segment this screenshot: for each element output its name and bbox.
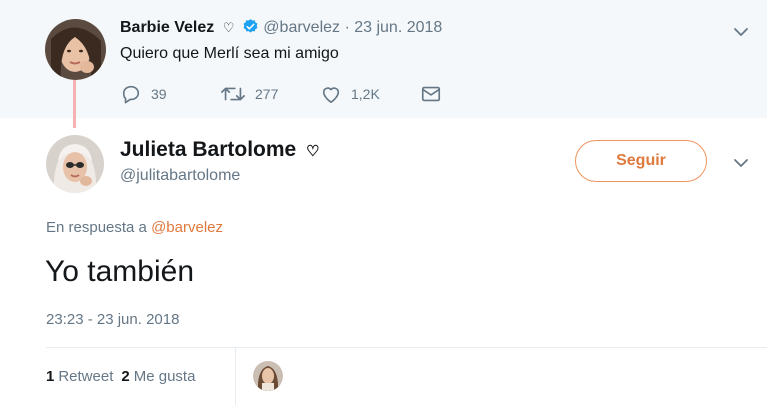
retweet-action[interactable]: 277 xyxy=(220,84,320,104)
chevron-down-icon[interactable] xyxy=(731,153,751,173)
parent-tweet-text: Quiero que Merlí sea mi amigo xyxy=(120,45,339,62)
stats-divider xyxy=(46,347,767,348)
parent-author-handle[interactable]: @barvelez xyxy=(263,19,340,36)
retweet-stat-label: Retweet xyxy=(58,368,114,385)
liker-avatar[interactable] xyxy=(253,361,283,391)
verified-icon xyxy=(242,18,259,40)
reply-prefix: En respuesta a xyxy=(46,219,152,236)
author-name-text: Julieta Bartolome xyxy=(120,138,297,161)
author-avatar[interactable] xyxy=(46,135,104,193)
reply-mention-link[interactable]: @barvelez xyxy=(151,219,223,236)
stats-separator xyxy=(235,348,236,405)
like-action[interactable]: 1,2K xyxy=(320,84,420,104)
reply-icon xyxy=(122,85,140,104)
parent-avatar[interactable] xyxy=(45,19,106,80)
like-count: 1,2K xyxy=(351,86,380,102)
author-heart-glyph: ♡ xyxy=(306,143,320,160)
tweet-timestamp[interactable]: 23:23 - 23 jun. 2018 xyxy=(46,311,179,328)
chevron-down-icon[interactable] xyxy=(731,22,751,42)
follow-button[interactable]: Seguir xyxy=(575,140,707,182)
like-stat-label: Me gusta xyxy=(133,368,196,385)
parent-separator: · xyxy=(340,19,355,36)
parent-author-name[interactable]: Barbie Velez xyxy=(120,19,214,36)
parent-heart-glyph: ♡ xyxy=(222,20,235,35)
parent-header: Barbie Velez ♡ @barvelez · 23 jun. 2018 xyxy=(120,18,442,40)
retweet-icon xyxy=(221,87,245,101)
like-icon xyxy=(322,87,340,103)
like-stat[interactable]: 2 Me gusta xyxy=(121,368,195,385)
retweet-stat-count: 1 xyxy=(46,368,55,385)
author-handle[interactable]: @julitabartolome xyxy=(120,167,240,185)
dm-icon xyxy=(421,86,441,102)
like-stat-count: 2 xyxy=(121,368,130,385)
author-name[interactable]: Julieta Bartolome ♡ xyxy=(120,138,320,162)
dm-action[interactable] xyxy=(420,84,451,104)
retweet-count: 277 xyxy=(255,86,279,102)
parent-date[interactable]: 23 jun. 2018 xyxy=(354,19,442,36)
tweet-text: Yo también xyxy=(45,255,195,288)
reply-action[interactable]: 39 xyxy=(120,84,220,104)
tweet-stats: 1 Retweet 2 Me gusta xyxy=(46,368,203,385)
reply-count: 39 xyxy=(151,86,167,102)
reply-context: En respuesta a @barvelez xyxy=(46,219,223,236)
parent-actions: 39 277 1,2K xyxy=(120,84,451,104)
retweet-stat[interactable]: 1 Retweet xyxy=(46,368,113,385)
thread-connector xyxy=(73,80,76,128)
